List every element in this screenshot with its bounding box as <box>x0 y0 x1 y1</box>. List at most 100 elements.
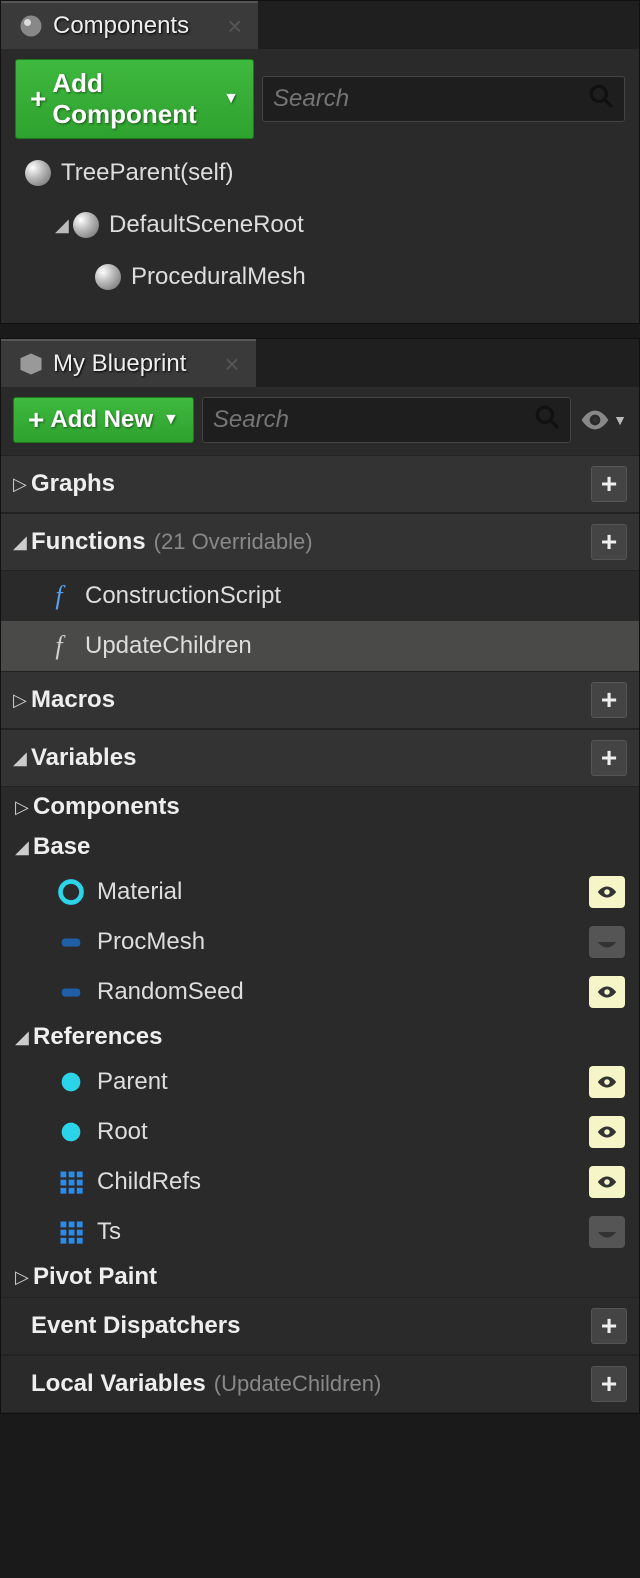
component-self-label: TreeParent(self) <box>61 159 234 187</box>
variable-material[interactable]: Material <box>1 867 639 917</box>
variable-root[interactable]: Root <box>1 1107 639 1157</box>
search-icon <box>588 83 614 116</box>
expand-arrow-icon[interactable]: ▷ <box>15 1267 33 1288</box>
scene-root-label: DefaultSceneRoot <box>109 211 304 239</box>
variable-ts[interactable]: Ts <box>1 1207 639 1257</box>
plus-icon: + <box>28 406 44 434</box>
expand-arrow-icon[interactable]: ▷ <box>15 797 33 818</box>
section-macros[interactable]: ▷ Macros + <box>1 671 639 729</box>
close-icon[interactable]: × <box>224 349 239 380</box>
var-group-components[interactable]: ▷ Components <box>1 787 639 827</box>
visibility-toggle[interactable] <box>589 1166 625 1198</box>
add-variable-button[interactable]: + <box>591 740 627 776</box>
visibility-toggle[interactable] <box>589 1116 625 1148</box>
function-construction-script[interactable]: f ConstructionScript <box>1 571 639 621</box>
components-panel-body: + Add Component ▼ TreeParent(self) ◢ Def… <box>1 49 639 323</box>
section-graphs[interactable]: ▷ Graphs + <box>1 455 639 513</box>
construction-script-label: ConstructionScript <box>85 582 281 610</box>
add-component-label: Add Component <box>52 68 213 130</box>
var-group-base[interactable]: ◢ Base <box>1 827 639 867</box>
randomseed-label: RandomSeed <box>97 978 244 1006</box>
add-event-dispatcher-button[interactable]: + <box>591 1308 627 1344</box>
section-event-dispatchers[interactable]: ▷ Event Dispatchers + <box>1 1297 639 1355</box>
component-tree-scene-root[interactable]: ◢ DefaultSceneRoot <box>15 199 625 251</box>
components-tab-bar: Components × <box>1 1 639 49</box>
parent-label: Parent <box>97 1068 168 1096</box>
variable-array-icon <box>57 1168 85 1196</box>
variable-object-icon <box>57 978 85 1006</box>
macros-label: Macros <box>31 686 115 714</box>
components-tab-icon <box>17 12 45 40</box>
blueprint-panel: My Blueprint × + Add New ▼ ▼ ▷ Gr <box>0 338 640 1414</box>
expand-arrow-icon[interactable]: ◢ <box>15 837 33 858</box>
chevron-down-icon: ▼ <box>223 90 239 108</box>
local-variables-sub: (UpdateChildren) <box>214 1371 382 1397</box>
add-local-variable-button[interactable]: + <box>591 1366 627 1402</box>
close-icon[interactable]: × <box>227 11 242 42</box>
update-children-label: UpdateChildren <box>85 632 252 660</box>
function-icon: f <box>45 582 73 610</box>
functions-sub-label: (21 Overridable) <box>154 529 313 555</box>
add-new-label: Add New <box>50 406 153 434</box>
add-macro-button[interactable]: + <box>591 682 627 718</box>
expand-arrow-icon[interactable]: ◢ <box>55 215 73 236</box>
var-group-pivot-paint[interactable]: ▷ Pivot Paint <box>1 1257 639 1297</box>
blueprint-tab[interactable]: My Blueprint × <box>1 339 256 387</box>
blueprint-tab-bar: My Blueprint × <box>1 339 639 387</box>
blueprint-toolbar-body: + Add New ▼ ▼ <box>1 387 639 455</box>
visibility-toggle[interactable] <box>589 1216 625 1248</box>
section-variables[interactable]: ◢ Variables + <box>1 729 639 787</box>
component-tree-self[interactable]: TreeParent(self) <box>15 147 625 199</box>
material-label: Material <box>97 878 182 906</box>
visibility-toggle[interactable] <box>589 1066 625 1098</box>
variable-procmesh[interactable]: ProcMesh <box>1 917 639 967</box>
expand-arrow-icon[interactable]: ◢ <box>13 748 31 769</box>
root-label: Root <box>97 1118 148 1146</box>
visibility-toggle[interactable] <box>589 926 625 958</box>
visibility-toggle[interactable] <box>589 976 625 1008</box>
visibility-toggle[interactable] <box>589 876 625 908</box>
var-group-references[interactable]: ◢ References <box>1 1017 639 1057</box>
blueprint-search-input[interactable] <box>213 406 534 434</box>
chevron-down-icon: ▼ <box>613 412 627 428</box>
variable-childrefs[interactable]: ChildRefs <box>1 1157 639 1207</box>
add-component-button[interactable]: + Add Component ▼ <box>15 59 254 139</box>
variable-object-icon <box>57 928 85 956</box>
procmesh-label: ProcMesh <box>97 928 205 956</box>
component-tree-procmesh[interactable]: ProceduralMesh <box>15 251 625 303</box>
components-toolbar: + Add Component ▼ <box>15 59 625 139</box>
scene-component-icon <box>73 212 99 238</box>
expand-arrow-icon[interactable]: ◢ <box>15 1027 33 1048</box>
variable-parent[interactable]: Parent <box>1 1057 639 1107</box>
blueprint-tab-icon <box>17 350 45 378</box>
expand-arrow-icon[interactable]: ▷ <box>13 474 31 495</box>
view-options-button[interactable]: ▼ <box>579 404 627 436</box>
variable-randomseed[interactable]: RandomSeed <box>1 967 639 1017</box>
search-icon <box>534 404 560 437</box>
section-functions[interactable]: ◢ Functions (21 Overridable) + <box>1 513 639 571</box>
event-dispatchers-label: Event Dispatchers <box>31 1312 240 1340</box>
variable-array-icon <box>57 1218 85 1246</box>
actor-icon <box>25 160 51 186</box>
procmesh-label: ProceduralMesh <box>131 263 306 291</box>
components-search-input[interactable] <box>273 85 588 113</box>
add-graph-button[interactable]: + <box>591 466 627 502</box>
var-pivot-label: Pivot Paint <box>33 1263 157 1291</box>
functions-label: Functions <box>31 528 146 556</box>
add-new-button[interactable]: + Add New ▼ <box>13 397 194 443</box>
add-function-button[interactable]: + <box>591 524 627 560</box>
expand-arrow-icon[interactable]: ◢ <box>13 532 31 553</box>
function-update-children[interactable]: f UpdateChildren <box>1 621 639 671</box>
components-search-box[interactable] <box>262 76 625 122</box>
section-local-variables[interactable]: ▷ Local Variables (UpdateChildren) + <box>1 1355 639 1413</box>
var-components-label: Components <box>33 793 180 821</box>
scene-component-icon <box>95 264 121 290</box>
blueprint-search-box[interactable] <box>202 397 571 443</box>
components-tab[interactable]: Components × <box>1 1 258 49</box>
variable-object-icon <box>57 878 85 906</box>
var-base-label: Base <box>33 833 90 861</box>
expand-arrow-icon[interactable]: ▷ <box>13 690 31 711</box>
childrefs-label: ChildRefs <box>97 1168 201 1196</box>
blueprint-toolbar: + Add New ▼ ▼ <box>13 397 627 443</box>
components-tab-label: Components <box>53 12 189 40</box>
